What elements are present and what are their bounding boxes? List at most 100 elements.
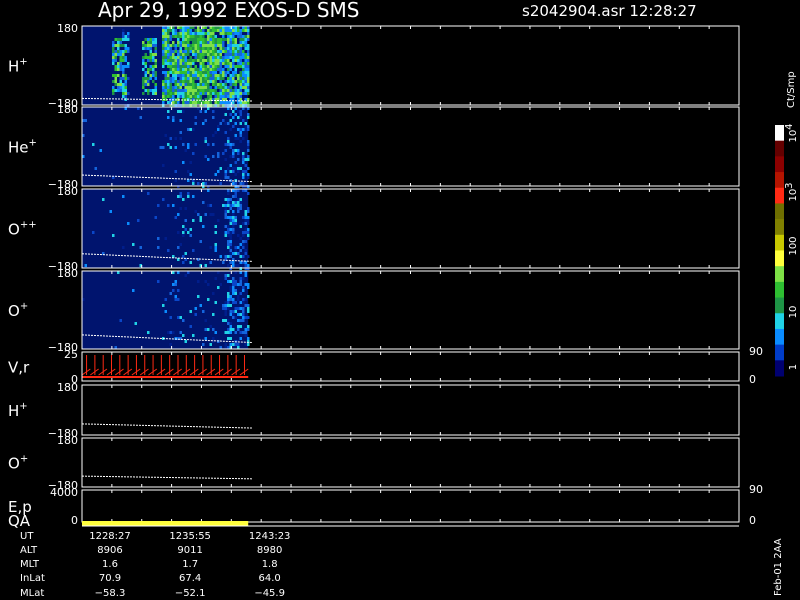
spectrogram-cell (232, 125, 235, 128)
spectrogram-cell (192, 182, 195, 185)
spectrogram-cell (212, 65, 215, 68)
spectrogram-cell (207, 56, 210, 59)
spectrogram-cell (232, 316, 235, 319)
spectrogram-cell (147, 89, 150, 92)
spectrogram-cell (132, 243, 135, 246)
spectrogram-cell (147, 47, 150, 50)
spectrogram-cell (154, 59, 157, 62)
spectrogram-cell (244, 83, 247, 86)
spectrogram-cell (242, 77, 245, 80)
spectrogram-cell (202, 122, 205, 125)
spectrogram-cell (227, 68, 230, 71)
spectrogram-cell (234, 173, 237, 176)
spectrogram-cell (199, 71, 202, 74)
spectrogram-cell (239, 277, 242, 280)
spectrogram-cell (124, 89, 127, 92)
spectrogram-cell (182, 77, 185, 80)
spectrogram-cell (204, 92, 207, 95)
spectrogram-cell (194, 50, 197, 53)
spectrogram-cell (217, 170, 220, 173)
spectrogram-cell (147, 83, 150, 86)
spectrogram-cell (237, 92, 240, 95)
spectrogram-cell (179, 71, 182, 74)
spectrogram-cell (149, 74, 152, 77)
spectrogram-cell (212, 143, 215, 146)
spectrogram-cell (242, 35, 245, 38)
spectrogram-cell (239, 140, 242, 143)
spectrogram-cell (197, 50, 200, 53)
spectrogram-cell (214, 101, 217, 104)
spectrogram-cell (189, 80, 192, 83)
spectrogram-cell (234, 331, 237, 334)
spectrogram-cell (177, 83, 180, 86)
spectrogram-cell (242, 222, 245, 225)
spectrogram-cell (227, 170, 230, 173)
spectrogram-cell (217, 152, 220, 155)
spectrogram-cell (172, 116, 175, 119)
spectrogram-cell (122, 35, 125, 38)
spectrogram-cell (187, 77, 190, 80)
spectrogram-cell (167, 32, 170, 35)
spectrogram-cell (234, 246, 237, 249)
spectrogram-cell (237, 116, 240, 119)
spectrogram-cell (114, 38, 117, 41)
spectrogram-cell (189, 74, 192, 77)
spectrogram-cell (229, 32, 232, 35)
spectrogram-cell (172, 71, 175, 74)
spectrogram-cell (244, 216, 247, 219)
spectrogram-cell (127, 35, 130, 38)
spectrogram-cell (229, 298, 232, 301)
spectrogram-cell (172, 32, 175, 35)
spectrogram-cell (224, 204, 227, 207)
spectrogram-cell (214, 38, 217, 41)
spectrogram-cell (167, 74, 170, 77)
spectrogram-cell (214, 92, 217, 95)
spectrogram-cell (232, 195, 235, 198)
spectrogram-cell (209, 41, 212, 44)
spectrogram-cell (234, 74, 237, 77)
spectrogram-cell (154, 62, 157, 65)
spectrogram-cell (209, 89, 212, 92)
spectrogram-cell (189, 101, 192, 104)
spectrogram-cell (167, 331, 170, 334)
spectrogram-cell (144, 71, 147, 74)
spectrogram-cell (247, 74, 250, 77)
spectrogram-cell (202, 41, 205, 44)
spectrogram-cell (127, 222, 130, 225)
spectrogram-cell (237, 207, 240, 210)
spectrogram-cell (194, 71, 197, 74)
spectrogram-cell (207, 328, 210, 331)
spectrogram-cell (239, 204, 242, 207)
spectrogram-cell (139, 116, 142, 119)
spectrogram-cell (187, 128, 190, 131)
spectrogram-cell (219, 62, 222, 65)
spectrogram-cell (152, 56, 155, 59)
spectrogram-cell (122, 59, 125, 62)
spectrogram-cell (122, 92, 125, 95)
spectrogram-cell (187, 80, 190, 83)
spectrogram-cell (194, 77, 197, 80)
spectrogram-cell (172, 331, 175, 334)
spectrogram-cell (164, 95, 167, 98)
spectrogram-cell (192, 101, 195, 104)
spectrogram-cell (204, 280, 207, 283)
spectrogram-cell (162, 62, 165, 65)
spectrogram-cell (244, 164, 247, 167)
spectrogram-cell (162, 65, 165, 68)
spectrogram-cell (182, 83, 185, 86)
spectrogram-cell (219, 41, 222, 44)
spectrogram-cell (232, 38, 235, 41)
spectrogram-cell (234, 80, 237, 83)
spectrogram-cell (194, 95, 197, 98)
spectrogram-cell (224, 53, 227, 56)
spectrogram-cell (237, 313, 240, 316)
spectrogram-cell (122, 71, 125, 74)
spectrogram-cell (222, 152, 225, 155)
spectrogram-cell (187, 47, 190, 50)
spectrogram-cell (172, 35, 175, 38)
spectrogram-cell (237, 234, 240, 237)
spectrogram-cell (239, 71, 242, 74)
spectrogram-cell (237, 307, 240, 310)
spectrogram-cell (144, 74, 147, 77)
colorbar-tick-sup: 4 (784, 123, 795, 129)
